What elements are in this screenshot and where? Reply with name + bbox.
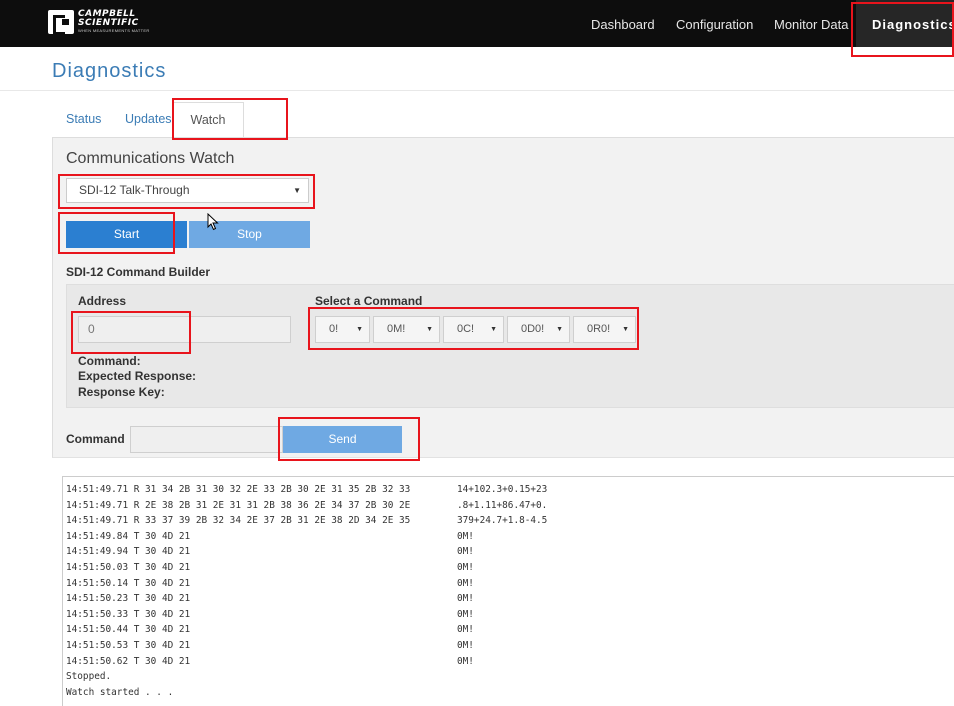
log-line: 14:51:49.94 T 30 4D 21 0M! [66,546,474,558]
expected-response-label: Expected Response: [78,369,197,383]
log-line: 14:51:50.44 T 30 4D 21 0M! [66,624,474,636]
nav-dashboard[interactable]: Dashboard [591,0,655,47]
log-line: 14:51:50.53 T 30 4D 21 0M! [66,639,474,651]
log-line: Stopped. [66,671,112,683]
command-builder-title: SDI-12 Command Builder [66,265,211,279]
log-line: 14:51:49.71 R 2E 38 2B 31 2E 31 31 2B 38… [66,499,548,511]
response-key-label: Response Key: [78,385,165,399]
log-line: 14:51:49.84 T 30 4D 21 0M! [66,530,474,542]
title-divider [0,90,954,91]
select-command-label: Select a Command [315,294,423,308]
page-title: Diagnostics [52,60,167,82]
log-line: 14:51:50.14 T 30 4D 21 0M! [66,577,474,589]
highlight-watch-select [58,174,315,209]
address-label: Address [78,294,127,308]
log-line: 14:51:50.33 T 30 4D 21 0M! [66,608,474,620]
nav-monitor-data[interactable]: Monitor Data [774,0,848,47]
command-label: Command: [78,354,141,368]
highlight-watch-tab [172,98,288,140]
log-line: 14:51:50.62 T 30 4D 21 0M! [66,655,474,667]
watch-log[interactable]: 14:51:49.71 R 31 34 2B 31 30 32 2E 33 2B… [62,476,954,706]
campbell-scientific-logo[interactable]: CAMPBELL SCIENTIFIC WHEN MEASUREMENTS MA… [48,9,150,35]
log-line: 14:51:49.71 R 33 37 39 2B 32 34 2E 37 2B… [66,515,548,527]
highlight-send-button [278,417,420,461]
communications-watch-title: Communications Watch [66,150,235,167]
log-line: Watch started . . . [66,686,174,698]
log-line: 14:51:50.03 T 30 4D 21 0M! [66,561,474,573]
logo-tagline: WHEN MEASUREMENTS MATTER [78,28,150,33]
nav-configuration[interactable]: Configuration [676,0,753,47]
mouse-pointer-icon [207,213,219,231]
tab-updates[interactable]: Updates [125,102,172,138]
logo-icon [48,10,74,35]
command-input[interactable] [130,426,283,453]
highlight-start-button [58,212,175,254]
log-line: 14:51:50.23 T 30 4D 21 0M! [66,593,474,605]
highlight-command-selects [308,307,639,350]
command-input-label: Command [66,432,125,446]
log-line: 14:51:49.71 R 31 34 2B 31 30 32 2E 33 2B… [66,484,548,495]
logo-line-2: SCIENTIFIC [78,18,139,28]
highlight-diagnostics-nav [851,2,954,57]
tab-status[interactable]: Status [66,102,101,138]
highlight-address-input [71,311,191,354]
top-navbar: CAMPBELL SCIENTIFIC WHEN MEASUREMENTS MA… [0,0,954,47]
